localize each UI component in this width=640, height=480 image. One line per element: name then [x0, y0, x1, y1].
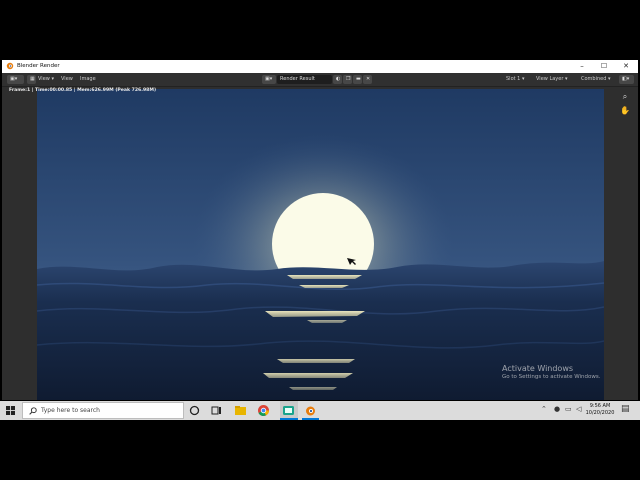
watermark-subtitle: Go to Settings to activate Windows. [502, 374, 601, 380]
minimize-button[interactable]: – [572, 60, 592, 73]
chevron-down-icon: ▾ [563, 76, 568, 82]
taskbar-clock[interactable]: 9:56 AM 10/20/2020 [583, 403, 617, 417]
clock-date: 10/20/2020 [585, 410, 615, 416]
clock-time: 9:56 AM [589, 403, 611, 409]
task-view-icon[interactable] [210, 404, 223, 417]
window-title: Blender Render [17, 63, 60, 69]
windows-start-icon[interactable] [6, 406, 15, 415]
windows-taskbar: Type here to search ⌃ ● ▭ ◁ 9:56 AM 10/2… [0, 401, 640, 420]
search-placeholder: Type here to search [41, 407, 100, 414]
menu-view-label: View [38, 76, 50, 82]
chevron-down-icon: ▾ [14, 76, 18, 82]
image-browse-icon[interactable]: ▣▾ [262, 75, 276, 84]
active-app-indicator [280, 418, 298, 420]
chevron-down-icon: ▾ [49, 76, 54, 82]
image-name-field[interactable]: Render Result [277, 75, 332, 84]
cortana-icon[interactable] [188, 404, 201, 417]
view-layer-label: View Layer [536, 76, 564, 82]
maximize-button[interactable]: ☐ [594, 60, 614, 73]
microphone-icon[interactable]: ● [554, 405, 560, 413]
menu-view-dropdown[interactable]: View ▾ [38, 75, 54, 84]
pan-hand-icon[interactable]: ✋ [619, 106, 631, 116]
screen-recorder-icon[interactable] [282, 404, 295, 417]
display-channels-icon[interactable]: ◧▾ [619, 75, 634, 84]
render-pass-dropdown[interactable]: Combined ▾ [581, 75, 611, 84]
chrome-icon[interactable] [257, 404, 270, 417]
watermark-title: Activate Windows [502, 364, 574, 373]
unlink-icon[interactable]: ✕ [363, 75, 372, 84]
slot-dropdown[interactable]: Slot 1 ▾ [506, 75, 524, 84]
image-viewport[interactable]: Frame:1 | Time:00:00.85 | Mem:626.99M (P… [2, 87, 638, 400]
render-frame-info: Frame:1 | Time:00:00.85 | Mem:626.99M (P… [9, 88, 157, 93]
title-bar[interactable]: Blender Render – ☐ ✕ [2, 60, 638, 73]
duplicate-icon[interactable]: ❐ [343, 75, 352, 84]
slot-label: Slot 1 [506, 76, 521, 82]
blender-running-indicator [302, 418, 319, 420]
activate-windows-watermark: Activate Windows Go to Settings to activ… [502, 364, 601, 380]
zoom-icon[interactable]: ⌕ [619, 92, 631, 102]
chevron-up-icon[interactable]: ⌃ [541, 405, 547, 413]
blender-logo-icon [6, 62, 14, 70]
volume-icon[interactable]: ◁ [576, 405, 581, 413]
close-button[interactable]: ✕ [616, 60, 636, 73]
taskbar-search-box[interactable]: Type here to search [22, 402, 184, 419]
notification-icon[interactable]: ▤ [621, 404, 630, 414]
view-mode-icon[interactable]: ▦ [27, 75, 36, 84]
folder-icon[interactable]: ▬ [353, 75, 362, 84]
render-result-image [37, 89, 604, 400]
chevron-down-icon: ▾ [520, 76, 525, 82]
image-editor-header: ▣▾ ▦ View ▾ View Image ▣▾ Render Result … [2, 73, 638, 87]
menu-image[interactable]: Image [80, 75, 96, 84]
chevron-down-icon: ▾ [606, 76, 611, 82]
fake-user-icon[interactable]: ◐ [333, 75, 342, 84]
network-icon[interactable]: ▭ [565, 405, 572, 413]
blender-taskbar-icon[interactable] [304, 404, 317, 417]
search-icon [29, 407, 37, 415]
menu-view[interactable]: View [61, 75, 73, 84]
blender-render-window: Blender Render – ☐ ✕ ▣▾ ▦ View ▾ View Im… [2, 60, 638, 400]
render-pass-label: Combined [581, 76, 607, 82]
editor-type-dropdown[interactable]: ▣▾ [7, 75, 24, 84]
view-layer-dropdown[interactable]: View Layer ▾ [536, 75, 568, 84]
file-explorer-icon[interactable] [234, 404, 247, 417]
